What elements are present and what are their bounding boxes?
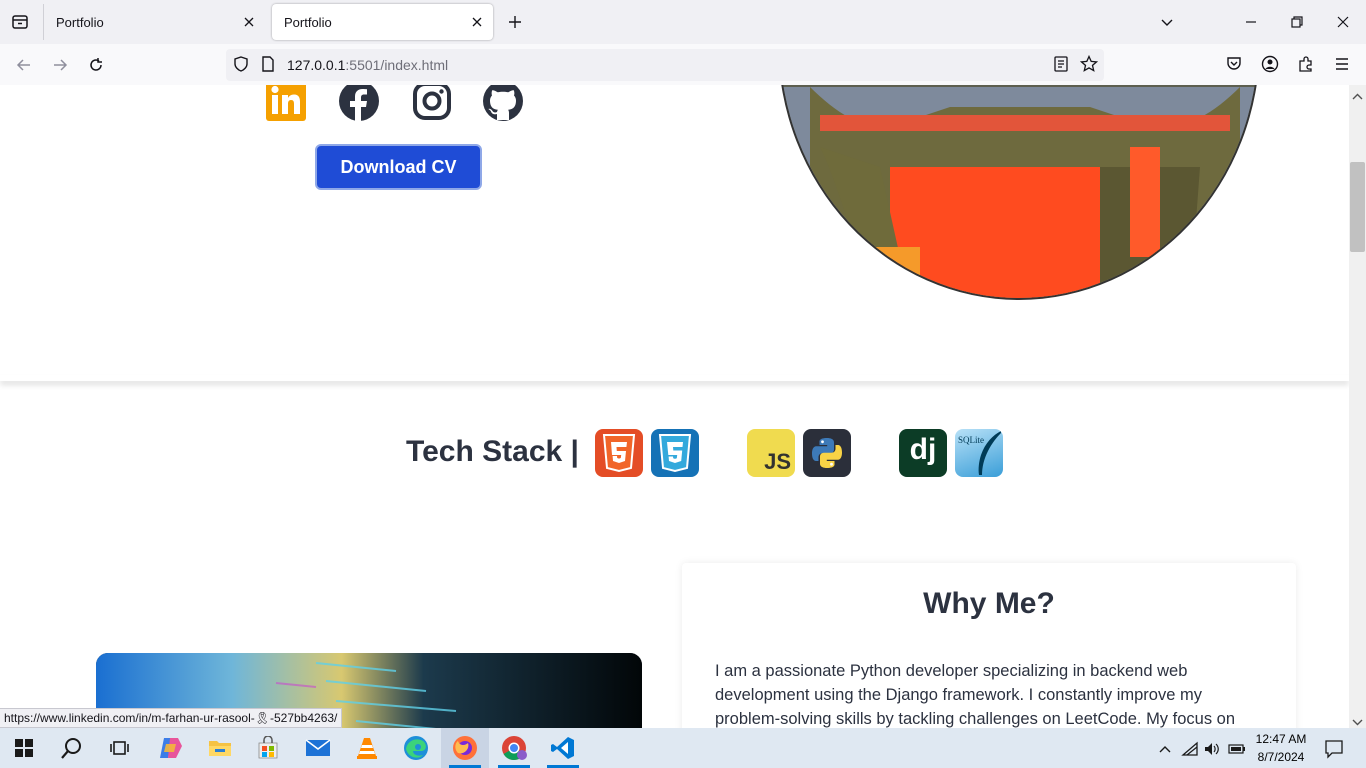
clock-date: 8/7/2024 [1257, 750, 1305, 764]
tab-list-icon[interactable] [8, 10, 32, 34]
battery-icon[interactable] [1228, 740, 1246, 758]
url-text[interactable]: 127.0.0.1:5501/index.html [287, 57, 448, 73]
tech-stack-title: Tech Stack | [406, 435, 579, 468]
vlc-icon[interactable] [343, 728, 391, 768]
close-window-icon[interactable] [1329, 8, 1357, 36]
mail-icon[interactable] [294, 728, 342, 768]
vscode-icon[interactable] [539, 728, 587, 768]
browser-tab[interactable]: Portfolio [43, 4, 265, 40]
shield-icon[interactable] [232, 55, 250, 73]
instagram-icon[interactable] [410, 85, 454, 123]
forward-icon[interactable] [47, 52, 73, 78]
django-icon: dj [899, 429, 947, 477]
python-icon [803, 429, 851, 477]
copilot-icon[interactable] [147, 728, 195, 768]
bookmark-star-icon[interactable] [1079, 54, 1099, 73]
reload-icon[interactable] [83, 52, 109, 78]
clock-time: 12:47 AM [1255, 732, 1307, 746]
js-label: JS [764, 449, 791, 474]
reader-view-icon[interactable] [1052, 55, 1070, 73]
linkedin-icon[interactable] [264, 85, 308, 123]
download-cv-button[interactable]: Download CV [315, 144, 482, 190]
volume-icon[interactable] [1203, 740, 1221, 758]
edge-icon[interactable] [392, 728, 440, 768]
system-clock[interactable]: 12:47 AM 8/7/2024 [1246, 730, 1316, 766]
page-icon[interactable] [260, 55, 276, 73]
chevron-down-icon[interactable] [1153, 8, 1181, 36]
search-icon[interactable] [48, 728, 96, 768]
why-me-card: Why Me? I am a passionate Python develop… [682, 563, 1296, 728]
pocket-icon[interactable] [1225, 55, 1243, 73]
close-icon[interactable] [469, 14, 485, 30]
page-content: Download CV Tech Stack | JS dj SQLite Wh… [0, 85, 1349, 728]
close-icon[interactable] [241, 14, 257, 30]
scroll-down-icon[interactable] [1351, 713, 1364, 726]
task-view-icon[interactable] [96, 728, 144, 768]
new-tab-icon[interactable] [503, 10, 527, 34]
hero-section-divider [0, 375, 1349, 381]
tab-title: Portfolio [284, 14, 332, 30]
why-me-title: Why Me? [923, 587, 1055, 620]
profile-photo [778, 85, 1260, 300]
notifications-icon[interactable] [1324, 739, 1344, 759]
why-me-text: I am a passionate Python developer speci… [715, 662, 1236, 728]
html5-icon [595, 429, 643, 477]
minimize-icon[interactable] [1237, 8, 1265, 36]
dj-label: dj [909, 433, 937, 466]
url-path: :5501/index.html [345, 57, 449, 73]
back-icon[interactable] [11, 52, 37, 78]
chevron-up-icon[interactable] [1156, 740, 1174, 758]
sqlite-icon: SQLite [955, 429, 1003, 477]
extensions-icon[interactable] [1297, 55, 1315, 73]
start-icon[interactable] [0, 728, 48, 768]
github-icon[interactable] [481, 85, 525, 123]
javascript-icon: JS [747, 429, 795, 477]
restore-icon[interactable] [1283, 8, 1311, 36]
chrome-icon[interactable] [490, 728, 538, 768]
link-status-bar: https://www.linkedin.com/in/m-farhan-ur-… [0, 708, 343, 728]
account-icon[interactable] [1261, 55, 1279, 73]
css3-icon [651, 429, 699, 477]
menu-icon[interactable] [1333, 55, 1351, 73]
tab-title: Portfolio [56, 14, 104, 30]
firefox-icon[interactable] [441, 728, 489, 768]
wifi-icon[interactable] [1181, 740, 1199, 758]
url-host: 127.0.0.1 [287, 57, 346, 73]
browser-tab-active[interactable]: Portfolio [272, 4, 493, 40]
facebook-icon[interactable] [337, 85, 381, 123]
file-explorer-icon[interactable] [196, 728, 244, 768]
store-icon[interactable] [244, 728, 292, 768]
scrollbar-thumb[interactable] [1350, 162, 1365, 252]
scroll-up-icon[interactable] [1351, 88, 1364, 100]
